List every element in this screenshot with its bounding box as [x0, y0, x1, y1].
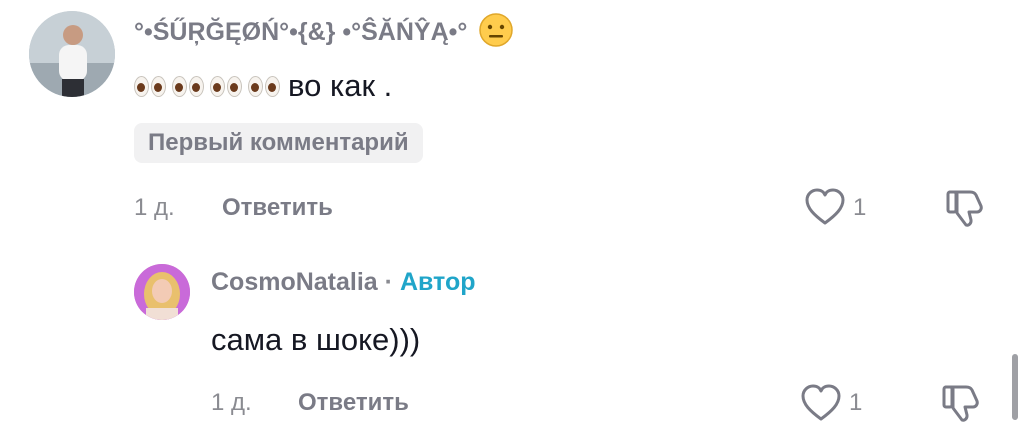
- dislike-button[interactable]: [940, 381, 984, 430]
- like-count: 1: [849, 389, 863, 416]
- scrollbar[interactable]: [1012, 354, 1018, 420]
- like-button[interactable]: [804, 188, 846, 231]
- heart-outline-icon: [805, 188, 845, 225]
- neutral-face-emoji-icon: [478, 12, 514, 55]
- avatar[interactable]: [29, 11, 115, 97]
- comment-text: сама в шоке))): [211, 322, 421, 357]
- dislike-button[interactable]: [944, 186, 988, 235]
- heart-outline-icon: [801, 384, 841, 421]
- reply-button[interactable]: Ответить: [222, 194, 333, 222]
- comment-time: 1 д.: [211, 389, 252, 416]
- first-comment-badge: Первый комментарий: [134, 123, 423, 163]
- comment-username[interactable]: °•ŚŰŖĞĘØŃ°•{&} •°ŜĂŃŶĄ•°: [134, 12, 514, 55]
- like-count: 1: [853, 194, 867, 221]
- like-button[interactable]: [800, 384, 842, 427]
- username-text: CosmoNatalia: [211, 268, 378, 296]
- author-tag: Автор: [399, 268, 476, 296]
- thumbs-down-outline-icon: [946, 190, 983, 227]
- separator-dot: ·: [384, 268, 393, 296]
- comment-text: во как .: [288, 68, 393, 103]
- reply-button[interactable]: Ответить: [298, 389, 409, 417]
- comment-body: во как .: [134, 68, 392, 104]
- avatar[interactable]: [134, 264, 190, 320]
- eyes-emoji-icon: [134, 75, 280, 97]
- thumbs-down-outline-icon: [942, 385, 979, 422]
- comment-time: 1 д.: [134, 194, 175, 221]
- comment-username[interactable]: CosmoNatalia · Автор: [211, 268, 476, 297]
- username-text: °•ŚŰŖĞĘØŃ°•{&} •°ŜĂŃŶĄ•°: [134, 18, 468, 47]
